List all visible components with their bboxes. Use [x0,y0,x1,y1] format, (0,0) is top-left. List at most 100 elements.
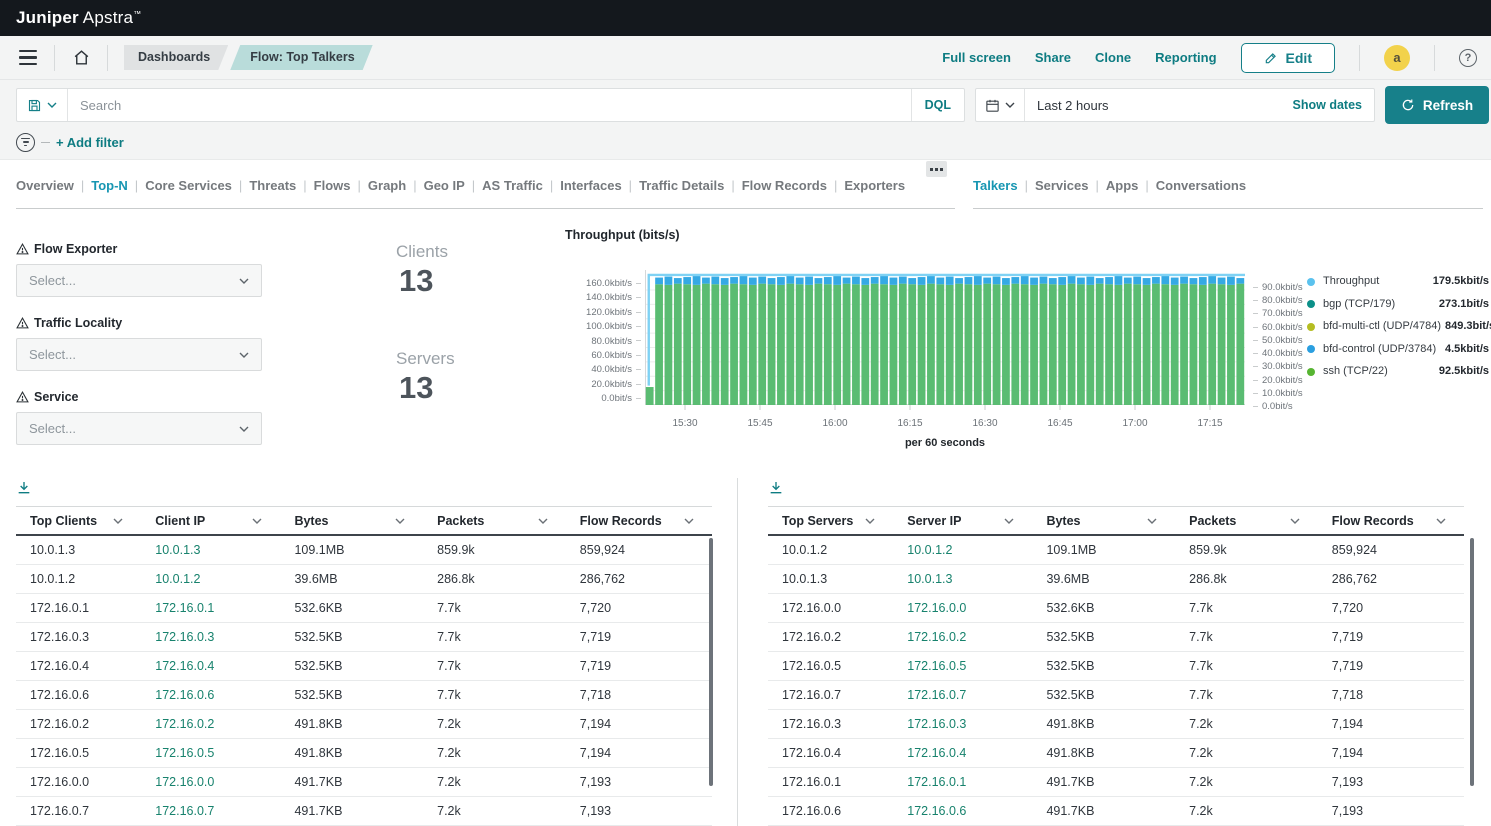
tab-graph[interactable]: Graph [368,178,406,193]
breadcrumb: Dashboards Flow: Top Talkers [124,45,373,70]
show-dates-button[interactable]: Show dates [1293,98,1374,112]
breadcrumb-dashboards[interactable]: Dashboards [124,45,228,70]
tab-talkers[interactable]: Talkers [973,178,1018,193]
tab-traffic-details[interactable]: Traffic Details [639,178,724,193]
ip-link[interactable]: 172.16.0.0 [893,601,1032,615]
table-cell: 7.2k [1175,746,1318,760]
bar-ssh [665,285,673,405]
ip-link[interactable]: 10.0.1.2 [141,572,280,586]
download-servers-button[interactable] [768,480,786,498]
bar-ssh [1124,284,1132,405]
bar-bfd-control [796,278,804,285]
chart-title: Throughput (bits/s) [565,228,680,242]
ip-link[interactable]: 172.16.0.6 [141,688,280,702]
edit-button[interactable]: Edit [1241,43,1335,73]
x-tick: 16:45 [1038,418,1082,429]
tab-conversations[interactable]: Conversations [1156,178,1246,193]
ip-link[interactable]: 172.16.0.1 [141,601,280,615]
ip-link[interactable]: 172.16.0.7 [893,688,1032,702]
ip-link[interactable]: 10.0.1.3 [893,572,1032,586]
ip-link[interactable]: 10.0.1.3 [141,543,280,557]
ip-link[interactable]: 172.16.0.4 [893,746,1032,760]
help-icon[interactable]: ? [1459,49,1477,67]
tab-exporters[interactable]: Exporters [844,178,905,193]
download-clients-button[interactable] [16,480,34,498]
clients-table-scrollbar[interactable] [709,538,713,786]
bar-bfd-control [749,278,757,285]
column-menu-chevron-icon[interactable] [1436,518,1446,524]
ip-link[interactable]: 172.16.0.3 [141,630,280,644]
saved-searches-button[interactable] [17,89,68,121]
bar-ssh [1208,284,1216,405]
hamburger-menu-icon[interactable] [14,44,42,72]
filter-select-service[interactable]: Select... [16,412,262,445]
ip-link[interactable]: 172.16.0.7 [141,804,280,818]
table-cell: 7,719 [1318,630,1464,644]
add-filter-button[interactable]: + Add filter [56,135,124,150]
home-icon[interactable] [67,44,95,72]
top-servers-table: Top ServersServer IPBytesPacketsFlow Rec… [768,506,1464,826]
column-menu-chevron-icon[interactable] [113,518,123,524]
reporting-button[interactable]: Reporting [1155,50,1216,65]
fullscreen-button[interactable]: Full screen [942,50,1011,65]
bar-ssh [965,284,973,405]
time-range-value[interactable]: Last 2 hours [1025,98,1293,113]
tab-services[interactable]: Services [1035,178,1089,193]
bar-bfd-control [1218,278,1226,285]
refresh-button[interactable]: Refresh [1385,86,1489,124]
ip-link[interactable]: 172.16.0.2 [893,630,1032,644]
divider [973,208,1483,209]
column-menu-chevron-icon[interactable] [684,518,694,524]
search-input[interactable] [68,98,911,113]
ip-link[interactable]: 172.16.0.4 [141,659,280,673]
bar-bfd-control [918,277,926,285]
ip-link[interactable]: 172.16.0.1 [893,775,1032,789]
tab-geo-ip[interactable]: Geo IP [424,178,465,193]
ip-link[interactable]: 172.16.0.3 [893,717,1032,731]
table-cell: 7.2k [1175,775,1318,789]
bar-ssh [983,284,991,405]
ip-link[interactable]: 172.16.0.0 [141,775,280,789]
ip-link[interactable]: 172.16.0.5 [141,746,280,760]
ip-link[interactable]: 172.16.0.2 [141,717,280,731]
bar-bfd-control [965,277,973,284]
column-menu-chevron-icon[interactable] [1290,518,1300,524]
dql-toggle[interactable]: DQL [911,89,964,121]
bar-ssh [1096,284,1104,405]
tab-threats[interactable]: Threats [249,178,296,193]
tab-flow-records[interactable]: Flow Records [742,178,827,193]
column-menu-chevron-icon[interactable] [1147,518,1157,524]
column-menu-chevron-icon[interactable] [865,518,875,524]
filter-select-traffic-locality[interactable]: Select... [16,338,262,371]
y-tick: 80.0kbit/s [565,335,641,349]
tab-as-traffic[interactable]: AS Traffic [482,178,543,193]
tab-overview[interactable]: Overview [16,178,74,193]
legend-item: Throughput179.5kbit/s [1307,275,1489,288]
clone-button[interactable]: Clone [1095,50,1131,65]
tab-top-n[interactable]: Top-N [91,178,128,193]
ip-link[interactable]: 172.16.0.5 [893,659,1032,673]
table-cell: 491.7KB [280,775,423,789]
tab-core-services[interactable]: Core Services [145,178,232,193]
share-button[interactable]: Share [1035,50,1071,65]
tab-interfaces[interactable]: Interfaces [560,178,621,193]
column-menu-chevron-icon[interactable] [1004,518,1014,524]
tab-apps[interactable]: Apps [1106,178,1139,193]
user-avatar[interactable]: a [1384,45,1410,71]
filter-select-flow-exporter[interactable]: Select... [16,264,262,297]
calendar-button[interactable] [976,89,1025,121]
column-menu-chevron-icon[interactable] [395,518,405,524]
breadcrumb-flow-top-talkers[interactable]: Flow: Top Talkers [230,45,372,70]
servers-table-scrollbar[interactable] [1470,538,1474,786]
clients-stat-value: 13 [399,263,516,299]
chevron-down-icon [239,426,249,432]
column-menu-chevron-icon[interactable] [252,518,262,524]
tab-flows[interactable]: Flows [314,178,351,193]
table-cell: 491.7KB [1032,775,1175,789]
ip-link[interactable]: 172.16.0.6 [893,804,1032,818]
tab-separator: | [834,178,837,193]
ip-link[interactable]: 10.0.1.2 [893,543,1032,557]
table-row: 172.16.0.4172.16.0.4532.5KB7.7k7,719 [16,652,712,681]
column-menu-chevron-icon[interactable] [538,518,548,524]
more-options-button[interactable] [926,161,947,177]
